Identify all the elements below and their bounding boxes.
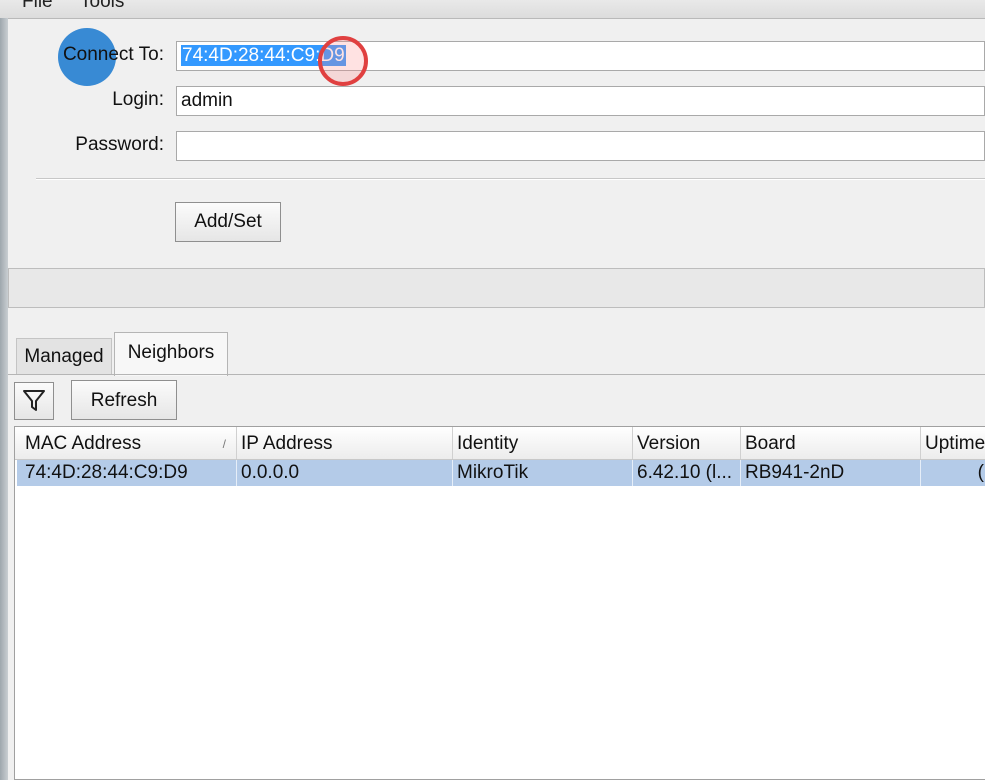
form-separator — [36, 178, 985, 180]
column-header-board[interactable]: Board — [741, 427, 921, 459]
column-header-version[interactable]: Version — [633, 427, 741, 459]
menu-bar: File Tools — [0, 0, 985, 19]
cell-version: 6.42.10 (l... — [633, 460, 741, 486]
menu-tools[interactable]: Tools — [80, 0, 124, 13]
menu-file[interactable]: File — [22, 0, 53, 13]
filter-icon — [23, 390, 45, 411]
sort-indicator-icon: / — [222, 437, 226, 451]
login-input[interactable]: admin — [176, 86, 985, 116]
login-label: Login: — [112, 89, 164, 110]
tab-divider — [8, 374, 985, 375]
cell-uptime: ( — [977, 462, 984, 483]
tab-managed[interactable]: Managed — [16, 338, 112, 374]
neighbors-table[interactable]: MAC Address / IP Address Identity Versio… — [14, 426, 985, 780]
filter-button[interactable] — [14, 382, 54, 420]
status-bar — [8, 268, 985, 308]
column-header-ip-address[interactable]: IP Address — [237, 427, 453, 459]
window-edge — [0, 18, 8, 780]
cell-identity: MikroTik — [453, 460, 633, 486]
connect-to-label: Connect To: — [62, 44, 164, 65]
column-header-identity[interactable]: Identity — [453, 427, 633, 459]
refresh-button[interactable]: Refresh — [71, 380, 177, 420]
password-label: Password: — [75, 134, 164, 155]
tab-neighbors[interactable]: Neighbors — [114, 332, 228, 376]
column-header-uptime[interactable]: Uptime — [921, 427, 985, 459]
cell-ip-address: 0.0.0.0 — [237, 460, 453, 486]
add-set-button[interactable]: Add/Set — [175, 202, 281, 242]
column-header-mac-address[interactable]: MAC Address / — [21, 427, 237, 459]
password-input[interactable] — [176, 131, 985, 161]
column-header-label: MAC Address — [25, 433, 142, 454]
table-header: MAC Address / IP Address Identity Versio… — [15, 427, 985, 460]
cell-mac-address: 74:4D:28:44:C9:D9 — [21, 460, 237, 486]
table-row[interactable]: 74:4D:28:44:C9:D9 0.0.0.0 MikroTik 6.42.… — [17, 460, 985, 486]
connect-to-input[interactable]: 74:4D:28:44:C9:D9 — [176, 41, 985, 71]
cell-board: RB941-2nD — [741, 460, 921, 486]
click-indicator — [318, 36, 368, 86]
